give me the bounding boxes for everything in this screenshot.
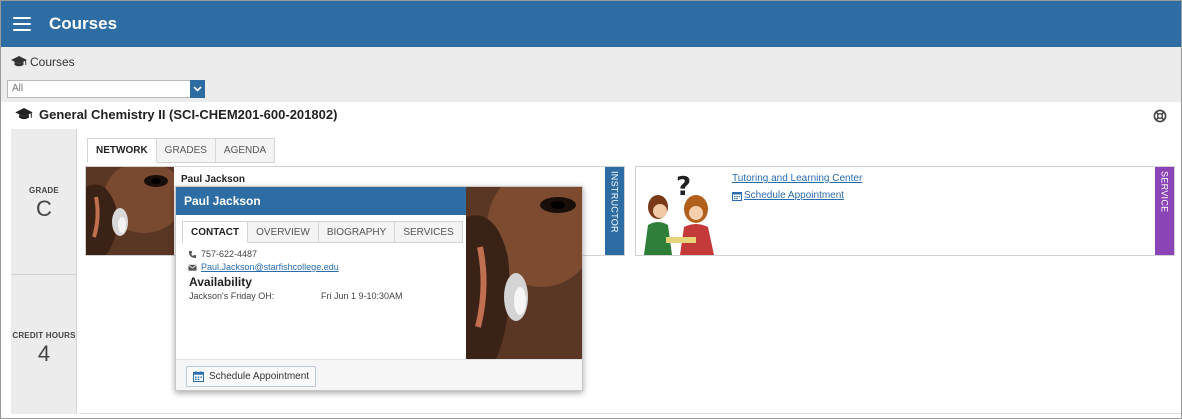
filter-row: All (1, 76, 1181, 102)
breadcrumb-courses[interactable]: Courses (30, 55, 75, 69)
popup-instructor-photo (466, 187, 582, 359)
course-stats-panel: GRADE C CREDIT HOURS 4 (11, 129, 77, 414)
phone-number: 757-622-4487 (201, 249, 258, 259)
availability-time: Fri Jun 1 9-10:30AM (321, 291, 403, 301)
breadcrumb: Courses (1, 47, 1181, 76)
course-filter-value: All (12, 83, 24, 94)
popup-header: Paul Jackson (176, 187, 466, 215)
top-bar: Courses (1, 1, 1181, 47)
hamburger-icon[interactable] (13, 17, 31, 31)
popup-tab-contact[interactable]: CONTACT (182, 221, 249, 243)
email-link[interactable]: Paul.Jackson@starfishcollege.edu (201, 262, 339, 272)
grade-value: C (36, 196, 52, 221)
tab-agenda[interactable]: AGENDA (215, 138, 276, 163)
instructor-role-badge: INSTRUCTOR (605, 167, 624, 255)
stats-divider (11, 274, 77, 275)
schedule-appointment-button[interactable]: Schedule Appointment (186, 366, 317, 387)
instructor-name[interactable]: Paul Jackson (181, 174, 245, 185)
course-filter-select[interactable]: All (7, 80, 205, 98)
envelope-icon (188, 264, 197, 271)
contact-info: 757-622-4487 Paul.Jackson@starfishcolleg… (188, 248, 339, 274)
service-schedule-appointment-link[interactable]: Schedule Appointment (732, 190, 844, 201)
chevron-down-icon[interactable] (190, 80, 205, 98)
availability-label: Jackson's Friday OH: (189, 291, 275, 301)
instructor-photo (86, 167, 174, 255)
service-schedule-appointment-label: Schedule Appointment (744, 190, 845, 201)
popup-tab-services[interactable]: SERVICES (395, 221, 463, 243)
course-title-text: General Chemistry II (SCI-CHEM201-600-20… (39, 107, 338, 122)
service-card[interactable]: ? Tutoring and Learning Center Schedule … (635, 166, 1175, 256)
calendar-icon (732, 191, 742, 201)
credit-hours-value: 4 (37, 341, 51, 366)
tab-grades[interactable]: GRADES (156, 138, 216, 163)
tab-network[interactable]: NETWORK (87, 138, 157, 163)
service-role-badge: SERVICE (1155, 167, 1174, 255)
service-role-label: SERVICE (1159, 171, 1170, 213)
popup-tab-overview[interactable]: OVERVIEW (248, 221, 319, 243)
credit-hours-stat: CREDIT HOURS 4 (11, 331, 77, 367)
instructor-role-label: INSTRUCTOR (609, 171, 620, 233)
calendar-icon (193, 371, 204, 382)
schedule-appointment-label: Schedule Appointment (209, 371, 310, 382)
grade-label: GRADE (29, 186, 59, 195)
credit-hours-label: CREDIT HOURS (12, 331, 76, 340)
graduation-cap-icon (15, 108, 33, 120)
availability-row: Jackson's Friday OH: Fri Jun 1 9-10:30AM (189, 291, 403, 301)
service-clipart: ? (636, 167, 724, 255)
course-tabs: NETWORK GRADES AGENDA (87, 138, 276, 163)
phone-row: 757-622-4487 (188, 248, 339, 260)
svg-text:?: ? (676, 172, 691, 202)
app-title: Courses (49, 14, 118, 33)
lifebuoy-icon[interactable] (1153, 109, 1167, 123)
instructor-popup: Paul Jackson CONTACT OVERVIEW BIOGRAPHY … (175, 186, 583, 391)
availability-title: Availability (189, 275, 252, 289)
course-title: General Chemistry II (SCI-CHEM201-600-20… (15, 107, 337, 122)
service-name-link[interactable]: Tutoring and Learning Center (732, 173, 862, 184)
email-row: Paul.Jackson@starfishcollege.edu (188, 261, 339, 273)
grade-stat: GRADE C (11, 186, 77, 222)
popup-tab-biography[interactable]: BIOGRAPHY (318, 221, 396, 243)
graduation-cap-icon (11, 55, 27, 66)
phone-icon (188, 250, 197, 258)
popup-tabs: CONTACT OVERVIEW BIOGRAPHY SERVICES (182, 221, 463, 243)
popup-footer: Schedule Appointment (176, 359, 582, 390)
